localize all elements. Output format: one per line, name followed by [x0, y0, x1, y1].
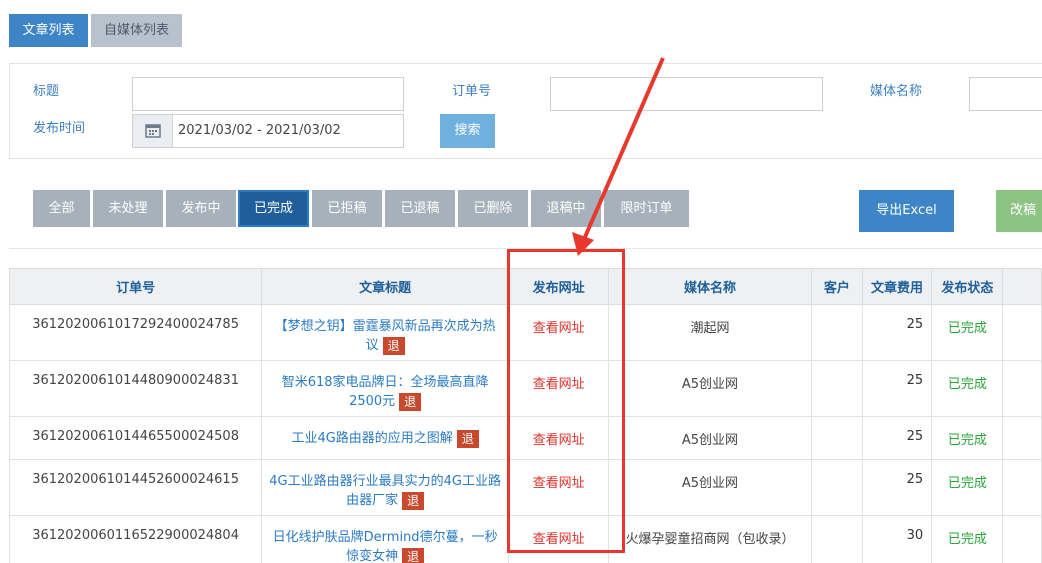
edit-draft-button[interactable]: 改稿 [996, 190, 1042, 232]
order-number: 3612020061014480900024831 [8, 360, 263, 417]
article-title-link[interactable]: 工业4G路由器的应用之图解 [291, 431, 452, 446]
col-media-name: 媒体名称 [608, 268, 812, 305]
order-number: 3612020061017292400024785 [8, 304, 263, 361]
status-tab-publishing[interactable]: 发布中 [166, 190, 236, 227]
order-number: 3612020061014452600024615 [8, 459, 263, 516]
article-title-cell: 智米618家电品牌日：全场最高直降2500元退 [261, 360, 510, 417]
publish-status: 已完成 [931, 515, 1004, 563]
media-label: 媒体名称 [870, 84, 923, 99]
title-input[interactable] [132, 77, 404, 111]
retreat-button[interactable]: 退 [382, 336, 405, 355]
status-tab-pending[interactable]: 未处理 [93, 190, 163, 227]
media-input[interactable] [969, 77, 1042, 111]
status-tab-timed[interactable]: 限时订单 [604, 190, 689, 227]
truncated-cell [1002, 459, 1042, 516]
publish-status: 已完成 [931, 304, 1004, 361]
article-title-link[interactable]: 4G工业路由器行业最具实力的4G工业路由器厂家 [269, 474, 501, 508]
truncated-cell [1002, 515, 1042, 563]
customer [810, 416, 863, 460]
col-customer: 客户 [810, 268, 863, 305]
annotation-highlight-box [507, 249, 625, 553]
status-tab-deleted[interactable]: 已删除 [458, 190, 528, 227]
status-tab-rejected[interactable]: 已拒稿 [312, 190, 382, 227]
order-input[interactable] [550, 77, 823, 111]
article-title-link[interactable]: 智米618家电品牌日：全场最高直降2500元 [282, 375, 489, 409]
order-number: 3612020061014465500024508 [8, 416, 263, 460]
article-title-link[interactable]: 日化线护肤品牌Dermind德尔蔓，一秒惊变女神 [273, 530, 498, 563]
search-button[interactable]: 搜索 [440, 114, 495, 148]
media-name: 火爆孕婴童招商网（包收录） [608, 515, 812, 563]
tab-article-list[interactable]: 文章列表 [9, 14, 88, 47]
export-excel-button[interactable]: 导出Excel [859, 190, 954, 232]
customer [810, 304, 863, 361]
retreat-button[interactable]: 退 [399, 392, 422, 411]
title-label: 标题 [33, 84, 60, 99]
retreat-button[interactable]: 退 [402, 491, 425, 510]
status-tab-all[interactable]: 全部 [33, 190, 90, 227]
calendar-icon [133, 115, 173, 147]
date-range-value: 2021/03/02 - 2021/03/02 [178, 123, 341, 138]
retreat-button[interactable]: 退 [456, 429, 479, 448]
article-title-cell: 4G工业路由器行业最具实力的4G工业路由器厂家退 [261, 459, 510, 516]
article-fee: 25 [861, 459, 933, 516]
publish-status: 已完成 [931, 459, 1004, 516]
order-number: 3612020060116522900024804 [8, 515, 263, 563]
status-tab-returning[interactable]: 退稿中 [531, 190, 601, 227]
media-name: A5创业网 [608, 360, 812, 417]
article-fee: 30 [861, 515, 933, 563]
article-fee: 25 [861, 304, 933, 361]
media-name: A5创业网 [608, 459, 812, 516]
col-publish-status: 发布状态 [931, 268, 1004, 305]
article-fee: 25 [861, 416, 933, 460]
truncated-cell [1002, 304, 1042, 361]
article-title-cell: 工业4G路由器的应用之图解退 [261, 416, 510, 460]
customer [810, 515, 863, 563]
truncated-cell [1002, 360, 1042, 417]
article-title-cell: 日化线护肤品牌Dermind德尔蔓，一秒惊变女神退 [261, 515, 510, 563]
publish-status: 已完成 [931, 416, 1004, 460]
customer [810, 360, 863, 417]
date-range-input[interactable]: 2021/03/02 - 2021/03/02 [132, 114, 404, 148]
status-tab-returned[interactable]: 已退稿 [385, 190, 455, 227]
media-name: 潮起网 [608, 304, 812, 361]
col-article-fee: 文章费用 [861, 268, 933, 305]
page-root: 文章列表 自媒体列表 标题 订单号 媒体名称 发布时间 2021/03/02 -… [0, 0, 1042, 563]
article-title-cell: 【梦想之钥】雷霆暴风新品再次成为热议退 [261, 304, 510, 361]
customer [810, 459, 863, 516]
tab-media-list[interactable]: 自媒体列表 [91, 14, 182, 47]
truncated-cell [1002, 416, 1042, 460]
col-truncated [1002, 268, 1042, 305]
col-article-title: 文章标题 [261, 268, 510, 305]
article-fee: 25 [861, 360, 933, 417]
col-order-no: 订单号 [8, 268, 263, 305]
date-label: 发布时间 [33, 121, 86, 136]
media-name: A5创业网 [608, 416, 812, 460]
order-label: 订单号 [452, 84, 492, 99]
publish-status: 已完成 [931, 360, 1004, 417]
retreat-button[interactable]: 退 [402, 547, 425, 563]
status-tab-completed[interactable]: 已完成 [238, 190, 309, 227]
